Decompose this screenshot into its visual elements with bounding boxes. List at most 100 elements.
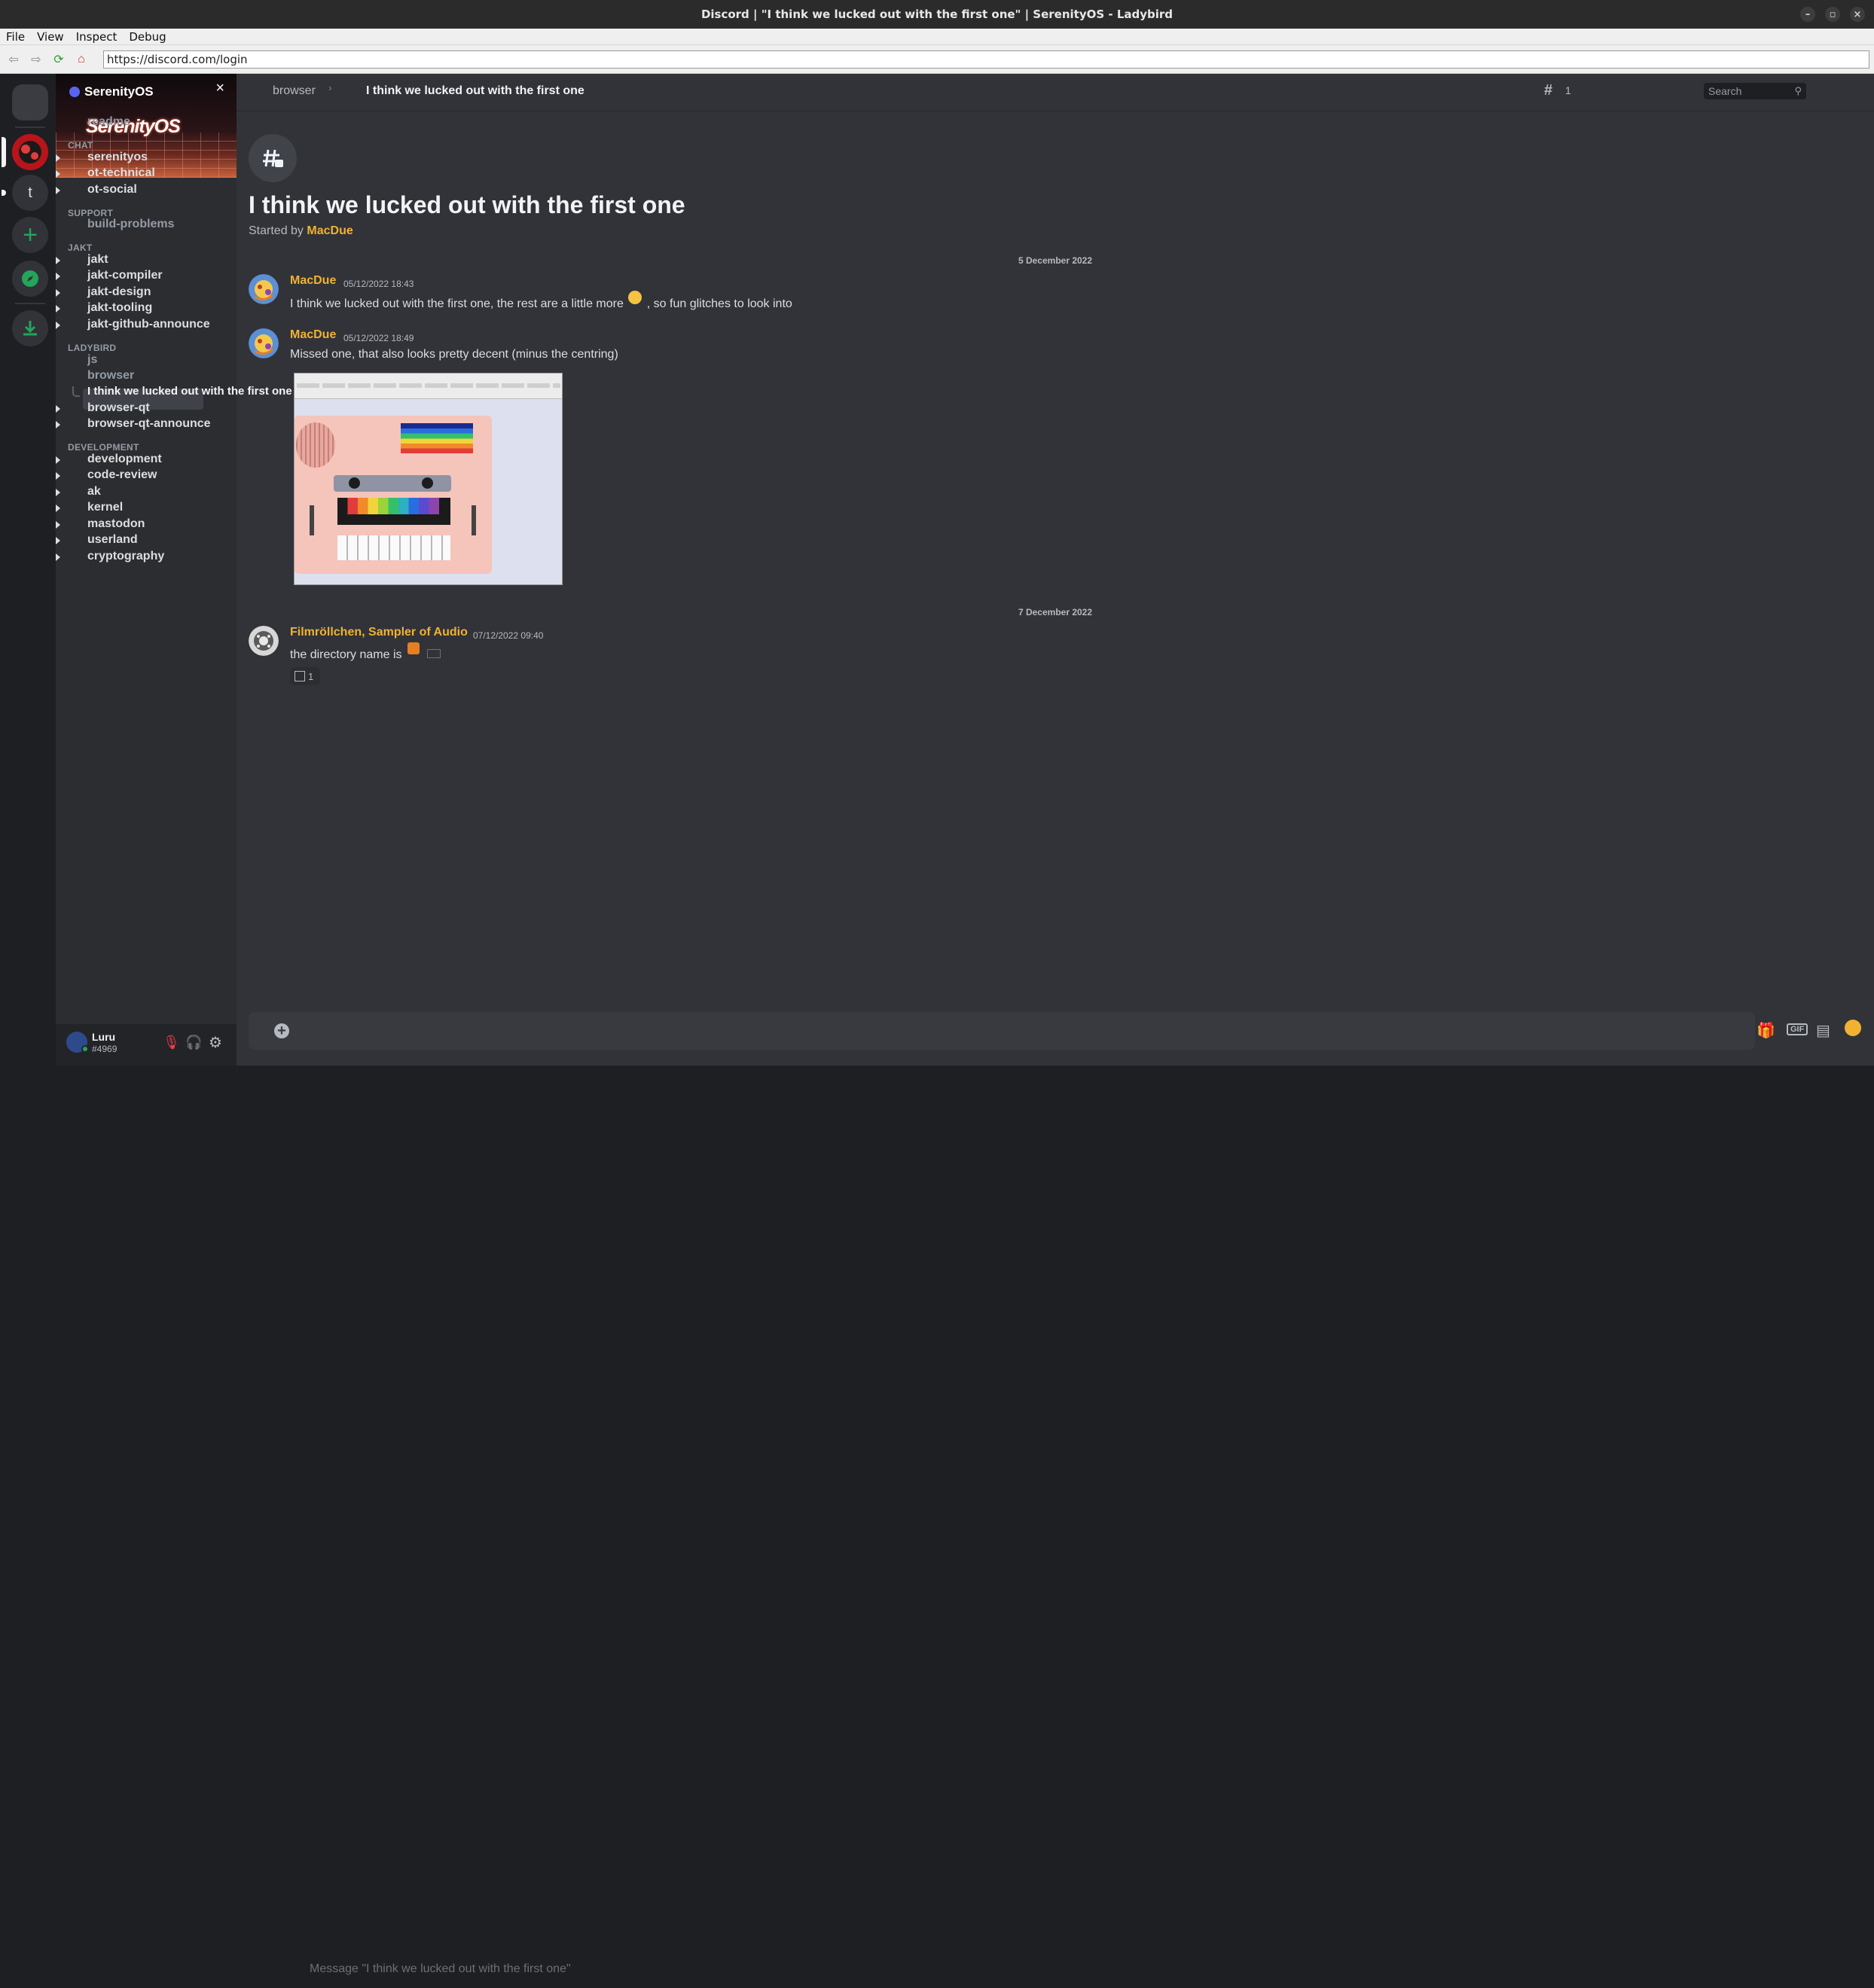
thread-author[interactable]: MacDue — [307, 224, 353, 237]
sidebar-channel-item[interactable]: ot-social — [87, 183, 137, 197]
menu-view[interactable]: View — [37, 30, 64, 44]
add-server-icon[interactable]: + — [12, 217, 48, 253]
gift-icon[interactable]: 🎁 — [1756, 1021, 1775, 1040]
sidebar-channel-item[interactable]: serenityos — [87, 151, 148, 164]
sidebar-channel-item[interactable]: userland — [87, 533, 138, 547]
server-name-header[interactable]: SerenityOS — [69, 84, 154, 99]
caret-right-icon[interactable] — [56, 472, 60, 480]
sidebar-thread-item[interactable]: I think we lucked out with the first one — [87, 385, 292, 398]
sidebar-channel-item[interactable]: ot-technical — [87, 166, 155, 180]
emoji-picker-icon[interactable] — [1845, 1020, 1861, 1036]
url-field[interactable]: https://discord.com/login — [103, 50, 1869, 69]
sidebar-channel-item[interactable]: build-problems — [87, 218, 175, 231]
sidebar-channel-item[interactable]: development — [87, 453, 162, 466]
back-icon[interactable]: ⇦ — [5, 50, 23, 69]
reload-icon[interactable]: ⟳ — [50, 50, 68, 69]
menu-debug[interactable]: Debug — [129, 30, 166, 44]
avatar[interactable] — [66, 1032, 89, 1053]
caret-right-icon[interactable] — [56, 154, 60, 162]
unread-server-pill — [2, 190, 6, 196]
close-window-button[interactable]: × — [1850, 7, 1865, 22]
attachment-image[interactable] — [294, 373, 563, 585]
channel-category[interactable]: JAKT — [68, 242, 93, 253]
menu-inspect[interactable]: Inspect — [76, 30, 118, 44]
blank-server-icon[interactable] — [12, 84, 48, 120]
download-glyph-icon — [23, 321, 37, 336]
add-attachment-icon[interactable]: + — [274, 1023, 289, 1038]
guild-separator — [15, 303, 45, 304]
sticker-icon[interactable]: ▤ — [1816, 1021, 1830, 1040]
caret-right-icon[interactable] — [56, 257, 60, 264]
maximize-button[interactable]: ▫ — [1825, 7, 1840, 22]
server-name: SerenityOS — [84, 84, 154, 99]
reaction-button[interactable]: 1 — [290, 667, 320, 685]
sidebar-channel-item[interactable]: browser-qt — [87, 401, 150, 415]
sidebar-channel-item[interactable]: readme — [87, 115, 130, 129]
channel-category[interactable]: LADYBIRD — [68, 343, 116, 353]
text-server-icon[interactable]: t — [12, 175, 48, 211]
message-text-part: the directory name is — [290, 648, 402, 661]
home-icon[interactable]: ⌂ — [72, 50, 90, 69]
caret-right-icon[interactable] — [56, 289, 60, 297]
caret-right-icon[interactable] — [56, 537, 60, 544]
headphones-muted-icon[interactable]: 🎧 — [185, 1035, 202, 1050]
message-author[interactable]: Filmröllchen, Sampler of Audio — [290, 626, 468, 639]
mic-muted-icon[interactable]: 🎙 — [163, 1035, 180, 1050]
caret-right-icon[interactable] — [56, 322, 60, 329]
caret-right-icon[interactable] — [56, 553, 60, 561]
serenityos-server-icon[interactable] — [12, 134, 48, 170]
caret-right-icon[interactable] — [56, 273, 60, 280]
window-titlebar: Discord | "I think we lucked out with th… — [0, 0, 1874, 29]
menu-file[interactable]: File — [6, 30, 25, 44]
caret-right-icon[interactable] — [56, 456, 60, 464]
sidebar-channel-item[interactable]: cryptography — [87, 550, 164, 563]
message-author[interactable]: MacDue — [290, 328, 336, 342]
macdue-avatar-icon — [249, 328, 279, 358]
compass-glyph-icon — [22, 270, 38, 287]
sidebar-channel-item[interactable]: jakt-compiler — [87, 269, 163, 282]
channel-category[interactable]: CHAT — [68, 140, 93, 151]
page-title: I think we lucked out with the first one — [366, 84, 584, 97]
channel-category[interactable]: SUPPORT — [68, 208, 113, 218]
screenshot-tabs — [297, 383, 560, 388]
sidebar-channel-item[interactable]: jakt-tooling — [87, 301, 152, 315]
caret-right-icon[interactable] — [56, 489, 60, 496]
close-icon[interactable]: × — [215, 80, 224, 97]
message-author[interactable]: MacDue — [290, 274, 336, 288]
sidebar-channel-item[interactable]: jakt — [87, 253, 108, 267]
sidebar-channel-item[interactable]: jakt-design — [87, 285, 151, 299]
message-input[interactable] — [301, 1950, 1777, 1988]
chevron-right-icon: › — [328, 81, 332, 93]
caret-right-icon[interactable] — [56, 421, 60, 428]
gif-icon[interactable]: GIF — [1787, 1023, 1808, 1035]
minimize-button[interactable]: – — [1800, 7, 1815, 22]
caret-right-icon[interactable] — [56, 170, 60, 178]
sidebar-channel-item[interactable]: browser-qt-announce — [87, 417, 211, 431]
threads-icon[interactable]: # — [1544, 82, 1552, 99]
avatar[interactable] — [249, 626, 279, 656]
download-icon[interactable] — [12, 310, 48, 346]
forward-icon[interactable]: ⇨ — [27, 50, 45, 69]
caret-right-icon[interactable] — [56, 405, 60, 413]
compass-icon[interactable] — [12, 261, 48, 297]
search-input[interactable]: Search ⚲ — [1704, 83, 1806, 99]
server-badge-icon — [69, 87, 80, 97]
caret-right-icon[interactable] — [56, 305, 60, 313]
sidebar-channel-item[interactable]: ak — [87, 485, 101, 499]
sidebar-channel-item[interactable]: code-review — [87, 468, 157, 482]
avatar[interactable] — [249, 328, 279, 358]
message-composer: + — [249, 1012, 1777, 1988]
sidebar-channel-item[interactable]: jakt-github-announce — [87, 318, 210, 331]
avatar[interactable] — [249, 274, 279, 304]
sidebar-channel-item[interactable]: js — [87, 353, 97, 367]
sidebar-channel-item[interactable]: browser — [87, 369, 134, 383]
sidebar-channel-item[interactable]: kernel — [87, 501, 123, 514]
channel-category[interactable]: DEVELOPMENT — [68, 442, 139, 453]
caret-right-icon[interactable] — [56, 187, 60, 194]
caret-right-icon[interactable] — [56, 505, 60, 512]
breadcrumb-parent[interactable]: browser — [273, 84, 316, 98]
caret-right-icon[interactable] — [56, 521, 60, 529]
message-text-part: I think we lucked out with the first one… — [290, 297, 624, 310]
sidebar-channel-item[interactable]: mastodon — [87, 517, 145, 531]
gear-icon[interactable]: ⚙ — [209, 1033, 222, 1052]
